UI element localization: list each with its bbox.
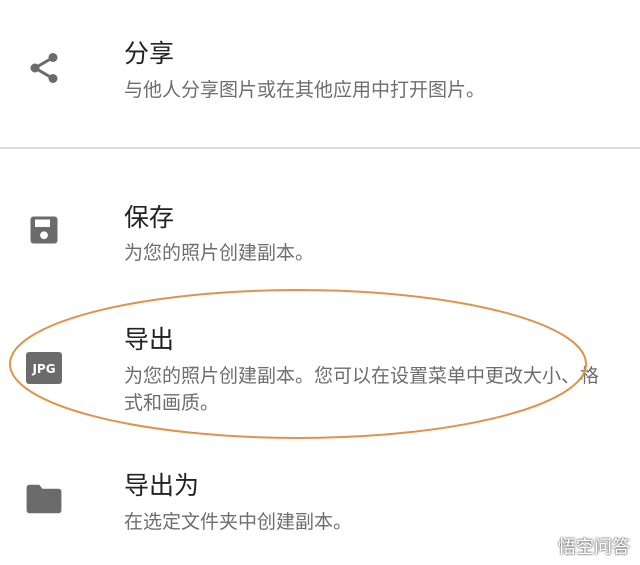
menu-item-description: 与他人分享图片或在其他应用中打开图片。: [124, 79, 486, 101]
menu-item-title: 导出: [124, 325, 175, 354]
menu-item-export[interactable]: JPG 导出 为您的照片创建副本。您可以在设置菜单中更改大小、格式和画质。: [0, 310, 640, 430]
section-divider: [0, 147, 640, 149]
share-export-menu: 分享 与他人分享图片或在其他应用中打开图片。 保存 为您的照片创建副本。 JPG…: [0, 0, 640, 565]
menu-item-description: 为您的照片创建副本。: [124, 242, 315, 264]
save-icon: [24, 210, 64, 250]
menu-item-save[interactable]: 保存 为您的照片创建副本。: [0, 190, 640, 280]
wukong-logo-icon: [529, 535, 551, 557]
watermark-text: 悟空问答: [558, 537, 630, 558]
menu-item-description: 为您的照片创建副本。您可以在设置菜单中更改大小、格式和画质。: [124, 365, 600, 414]
menu-item-title: 导出为: [124, 471, 200, 500]
menu-item-description: 在选定文件夹中创建副本。: [124, 511, 353, 533]
menu-item-title: 分享: [124, 39, 175, 68]
jpg-file-icon: JPG: [24, 348, 64, 388]
menu-item-title: 保存: [124, 203, 175, 232]
menu-item-share[interactable]: 分享 与他人分享图片或在其他应用中打开图片。: [0, 0, 640, 147]
jpg-icon-label: JPG: [31, 362, 55, 376]
folder-icon: [24, 479, 64, 519]
watermark: 悟空问答: [528, 533, 630, 559]
share-icon: [24, 48, 64, 88]
